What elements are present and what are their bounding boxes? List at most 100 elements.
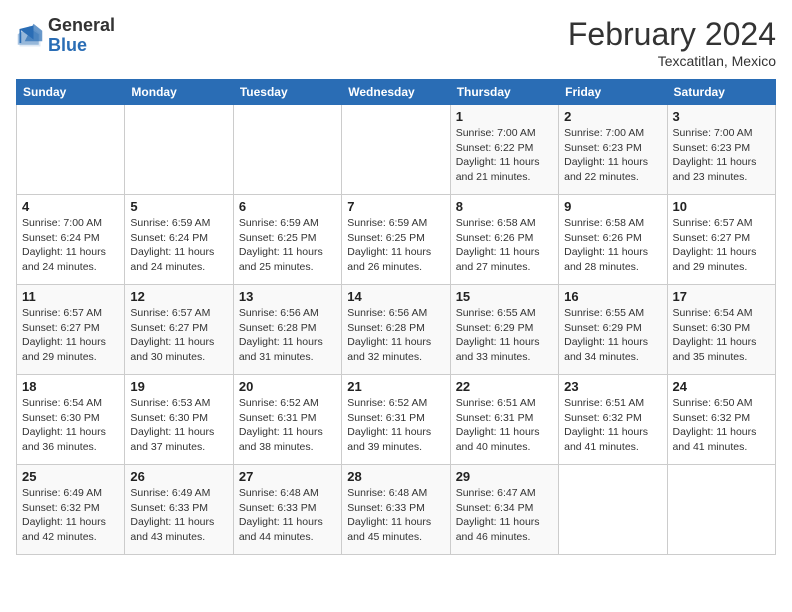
calendar-cell: 24 Sunrise: 6:50 AMSunset: 6:32 PMDayligh…: [667, 375, 775, 465]
calendar-cell: [233, 105, 341, 195]
day-info: Sunrise: 6:51 AMSunset: 6:31 PMDaylight:…: [456, 396, 553, 455]
calendar-week-row: 4 Sunrise: 7:00 AMSunset: 6:24 PMDaylight…: [17, 195, 776, 285]
day-info: Sunrise: 7:00 AMSunset: 6:22 PMDaylight:…: [456, 126, 553, 185]
calendar-week-row: 25 Sunrise: 6:49 AMSunset: 6:32 PMDayligh…: [17, 465, 776, 555]
day-info: Sunrise: 6:54 AMSunset: 6:30 PMDaylight:…: [673, 306, 770, 365]
day-info: Sunrise: 6:47 AMSunset: 6:34 PMDaylight:…: [456, 486, 553, 545]
day-number: 4: [22, 199, 119, 214]
calendar-cell: 21Sunrise: 6:52 AMSunset: 6:31 PMDayligh…: [342, 375, 450, 465]
calendar-subtitle: Texcatitlan, Mexico: [568, 53, 776, 69]
calendar-cell: 27 Sunrise: 6:48 AMSunset: 6:33 PMDayligh…: [233, 465, 341, 555]
day-info: Sunrise: 6:48 AMSunset: 6:33 PMDaylight:…: [347, 486, 444, 545]
day-header-thursday: Thursday: [450, 80, 558, 105]
calendar-cell: 14 Sunrise: 6:56 AMSunset: 6:28 PMDayligh…: [342, 285, 450, 375]
logo-icon: [16, 22, 44, 50]
day-info: Sunrise: 6:59 AMSunset: 6:25 PMDaylight:…: [347, 216, 444, 275]
title-block: February 2024 Texcatitlan, Mexico: [568, 16, 776, 69]
day-number: 19: [130, 379, 227, 394]
day-number: 7: [347, 199, 444, 214]
day-info: Sunrise: 6:52 AMSunset: 6:31 PMDaylight:…: [347, 396, 444, 455]
day-info: Sunrise: 6:48 AMSunset: 6:33 PMDaylight:…: [239, 486, 336, 545]
calendar-cell: 23 Sunrise: 6:51 AMSunset: 6:32 PMDayligh…: [559, 375, 667, 465]
calendar-table: SundayMondayTuesdayWednesdayThursdayFrid…: [16, 79, 776, 555]
calendar-cell: 16 Sunrise: 6:55 AMSunset: 6:29 PMDayligh…: [559, 285, 667, 375]
day-number: 9: [564, 199, 661, 214]
calendar-week-row: 11 Sunrise: 6:57 AMSunset: 6:27 PMDayligh…: [17, 285, 776, 375]
calendar-cell: 15 Sunrise: 6:55 AMSunset: 6:29 PMDayligh…: [450, 285, 558, 375]
day-info: Sunrise: 6:53 AMSunset: 6:30 PMDaylight:…: [130, 396, 227, 455]
day-number: 23: [564, 379, 661, 394]
calendar-cell: [667, 465, 775, 555]
calendar-week-row: 18Sunrise: 6:54 AMSunset: 6:30 PMDayligh…: [17, 375, 776, 465]
calendar-cell: [17, 105, 125, 195]
day-info: Sunrise: 6:56 AMSunset: 6:28 PMDaylight:…: [239, 306, 336, 365]
day-info: Sunrise: 6:57 AMSunset: 6:27 PMDaylight:…: [673, 216, 770, 275]
day-number: 29: [456, 469, 553, 484]
day-info: Sunrise: 6:51 AMSunset: 6:32 PMDaylight:…: [564, 396, 661, 455]
day-info: Sunrise: 6:57 AMSunset: 6:27 PMDaylight:…: [130, 306, 227, 365]
day-number: 12: [130, 289, 227, 304]
calendar-cell: 25 Sunrise: 6:49 AMSunset: 6:32 PMDayligh…: [17, 465, 125, 555]
day-number: 28: [347, 469, 444, 484]
logo-blue-text: Blue: [48, 35, 87, 55]
calendar-cell: 22 Sunrise: 6:51 AMSunset: 6:31 PMDayligh…: [450, 375, 558, 465]
day-info: Sunrise: 6:52 AMSunset: 6:31 PMDaylight:…: [239, 396, 336, 455]
day-header-friday: Friday: [559, 80, 667, 105]
day-number: 26: [130, 469, 227, 484]
day-info: Sunrise: 7:00 AMSunset: 6:23 PMDaylight:…: [564, 126, 661, 185]
day-number: 25: [22, 469, 119, 484]
calendar-cell: 12 Sunrise: 6:57 AMSunset: 6:27 PMDayligh…: [125, 285, 233, 375]
calendar-cell: 20Sunrise: 6:52 AMSunset: 6:31 PMDayligh…: [233, 375, 341, 465]
calendar-cell: 5 Sunrise: 6:59 AMSunset: 6:24 PMDaylight…: [125, 195, 233, 285]
day-info: Sunrise: 6:58 AMSunset: 6:26 PMDaylight:…: [456, 216, 553, 275]
calendar-cell: 26 Sunrise: 6:49 AMSunset: 6:33 PMDayligh…: [125, 465, 233, 555]
calendar-cell: 11 Sunrise: 6:57 AMSunset: 6:27 PMDayligh…: [17, 285, 125, 375]
day-number: 16: [564, 289, 661, 304]
calendar-cell: 4 Sunrise: 7:00 AMSunset: 6:24 PMDaylight…: [17, 195, 125, 285]
day-info: Sunrise: 6:57 AMSunset: 6:27 PMDaylight:…: [22, 306, 119, 365]
day-info: Sunrise: 6:50 AMSunset: 6:32 PMDaylight:…: [673, 396, 770, 455]
day-info: Sunrise: 6:59 AMSunset: 6:24 PMDaylight:…: [130, 216, 227, 275]
day-number: 5: [130, 199, 227, 214]
calendar-header-row: SundayMondayTuesdayWednesdayThursdayFrid…: [17, 80, 776, 105]
logo-general-text: General: [48, 15, 115, 35]
day-number: 14: [347, 289, 444, 304]
calendar-cell: [125, 105, 233, 195]
day-number: 13: [239, 289, 336, 304]
day-header-monday: Monday: [125, 80, 233, 105]
calendar-cell: 2Sunrise: 7:00 AMSunset: 6:23 PMDaylight…: [559, 105, 667, 195]
day-info: Sunrise: 6:55 AMSunset: 6:29 PMDaylight:…: [456, 306, 553, 365]
calendar-cell: 7 Sunrise: 6:59 AMSunset: 6:25 PMDaylight…: [342, 195, 450, 285]
calendar-cell: 19 Sunrise: 6:53 AMSunset: 6:30 PMDayligh…: [125, 375, 233, 465]
calendar-cell: 6 Sunrise: 6:59 AMSunset: 6:25 PMDaylight…: [233, 195, 341, 285]
day-number: 27: [239, 469, 336, 484]
calendar-cell: 1 Sunrise: 7:00 AMSunset: 6:22 PMDaylight…: [450, 105, 558, 195]
day-info: Sunrise: 6:49 AMSunset: 6:33 PMDaylight:…: [130, 486, 227, 545]
calendar-cell: [342, 105, 450, 195]
day-info: Sunrise: 7:00 AMSunset: 6:24 PMDaylight:…: [22, 216, 119, 275]
day-number: 10: [673, 199, 770, 214]
day-header-sunday: Sunday: [17, 80, 125, 105]
calendar-cell: 10 Sunrise: 6:57 AMSunset: 6:27 PMDayligh…: [667, 195, 775, 285]
calendar-cell: 8 Sunrise: 6:58 AMSunset: 6:26 PMDaylight…: [450, 195, 558, 285]
day-info: Sunrise: 7:00 AMSunset: 6:23 PMDaylight:…: [673, 126, 770, 185]
day-number: 11: [22, 289, 119, 304]
day-number: 1: [456, 109, 553, 124]
calendar-cell: 28 Sunrise: 6:48 AMSunset: 6:33 PMDayligh…: [342, 465, 450, 555]
day-info: Sunrise: 6:58 AMSunset: 6:26 PMDaylight:…: [564, 216, 661, 275]
calendar-cell: 3Sunrise: 7:00 AMSunset: 6:23 PMDaylight…: [667, 105, 775, 195]
day-number: 8: [456, 199, 553, 214]
day-info: Sunrise: 6:55 AMSunset: 6:29 PMDaylight:…: [564, 306, 661, 365]
day-number: 22: [456, 379, 553, 394]
day-header-wednesday: Wednesday: [342, 80, 450, 105]
day-number: 15: [456, 289, 553, 304]
calendar-cell: 29 Sunrise: 6:47 AMSunset: 6:34 PMDayligh…: [450, 465, 558, 555]
day-info: Sunrise: 6:49 AMSunset: 6:32 PMDaylight:…: [22, 486, 119, 545]
calendar-week-row: 1 Sunrise: 7:00 AMSunset: 6:22 PMDaylight…: [17, 105, 776, 195]
day-info: Sunrise: 6:59 AMSunset: 6:25 PMDaylight:…: [239, 216, 336, 275]
calendar-cell: 9 Sunrise: 6:58 AMSunset: 6:26 PMDaylight…: [559, 195, 667, 285]
day-info: Sunrise: 6:56 AMSunset: 6:28 PMDaylight:…: [347, 306, 444, 365]
day-number: 24: [673, 379, 770, 394]
calendar-cell: 13 Sunrise: 6:56 AMSunset: 6:28 PMDayligh…: [233, 285, 341, 375]
day-number: 6: [239, 199, 336, 214]
